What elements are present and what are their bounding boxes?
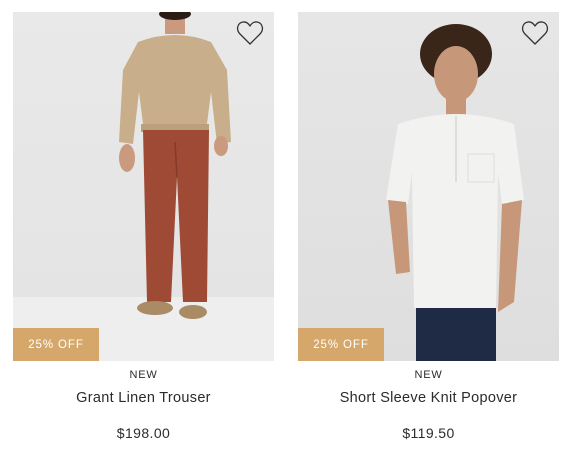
- product-image[interactable]: 25% OFF: [298, 12, 559, 361]
- product-info: NEW Short Sleeve Knit Popover $119.50: [298, 367, 559, 443]
- new-tag: NEW: [129, 369, 158, 381]
- new-tag: NEW: [414, 369, 443, 381]
- product-info: NEW Grant Linen Trouser $198.00: [13, 367, 274, 443]
- discount-badge: 25% OFF: [298, 328, 384, 361]
- product-price: $119.50: [402, 425, 455, 441]
- product-card[interactable]: 25% OFF NEW Grant Linen Trouser $198.00: [13, 12, 274, 442]
- product-grid: 25% OFF NEW Grant Linen Trouser $198.00: [0, 0, 567, 450]
- product-price: $198.00: [116, 425, 171, 441]
- product-name[interactable]: Short Sleeve Knit Popover: [298, 388, 559, 408]
- discount-badge: 25% OFF: [13, 328, 99, 361]
- wishlist-heart-icon[interactable]: [521, 20, 549, 46]
- product-photo-popover: [298, 12, 559, 361]
- product-card[interactable]: 25% OFF NEW Short Sleeve Knit Popover $1…: [298, 12, 559, 442]
- wishlist-heart-icon[interactable]: [236, 20, 264, 46]
- product-photo-trouser: [13, 12, 274, 361]
- product-name[interactable]: Grant Linen Trouser: [13, 388, 274, 408]
- product-image[interactable]: 25% OFF: [13, 12, 274, 361]
